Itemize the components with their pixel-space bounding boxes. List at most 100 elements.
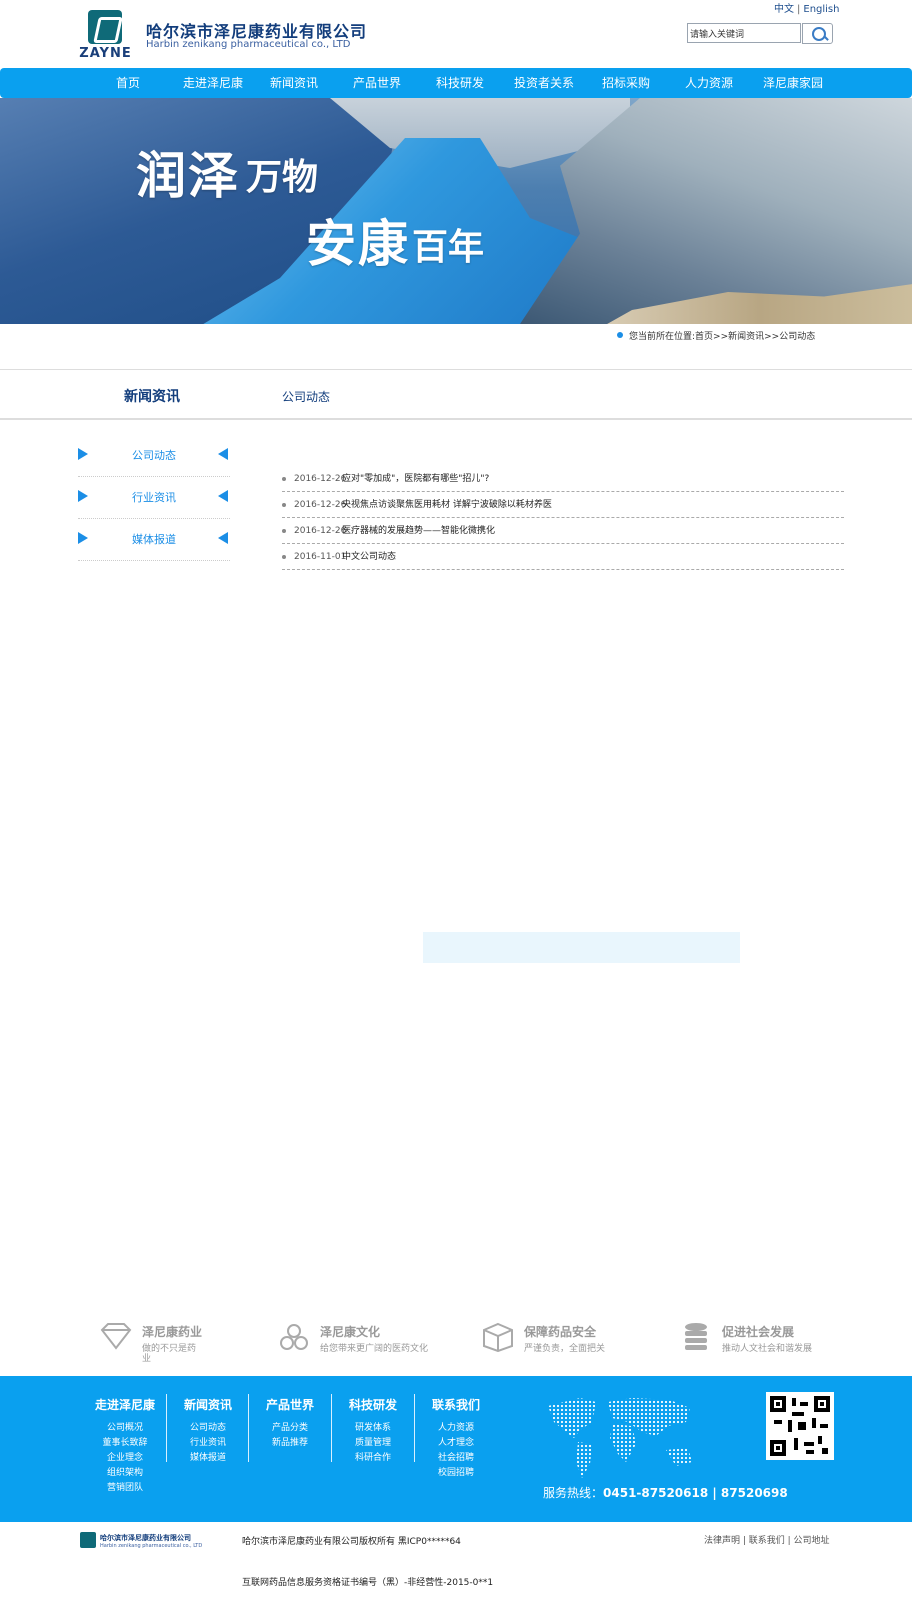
company-logo[interactable]: ZAYNE	[78, 10, 133, 61]
nav-item-home[interactable]: 首页	[116, 68, 140, 98]
qr-finder-bl	[770, 1440, 786, 1456]
bullet-icon	[282, 477, 286, 481]
footer-link[interactable]: 人力资源	[416, 1421, 496, 1436]
news-title[interactable]: 医疗器械的发展趋势——智能化微携化	[342, 518, 495, 543]
footer-col-contact: 联系我们 人力资源 人才理念 社会招聘 校园招聘	[416, 1396, 496, 1481]
footer-link[interactable]: 新品推荐	[250, 1436, 330, 1451]
news-item[interactable]: 2016-12-26 央视焦点访谈聚焦医用耗材 详解宁波破除以耗材养医	[282, 492, 844, 518]
footer-logo-cn: 哈尔滨市泽尼康药业有限公司	[100, 1534, 191, 1542]
feature-safety[interactable]: 保障药品安全 严谨负责，全面把关	[480, 1318, 670, 1368]
news-date: 2016-12-26	[294, 526, 347, 536]
feature-company[interactable]: 泽尼康药业 做的不只是药业	[98, 1318, 288, 1368]
footer-link[interactable]: 企业理念	[85, 1451, 165, 1466]
footer-col-heading[interactable]: 新闻资讯	[168, 1396, 248, 1413]
news-list: 2016-12-26 应对"零加成"，医院都有哪些"招儿"? 2016-12-2…	[282, 466, 844, 570]
feature-desc: 给您带来更广阔的医药文化	[320, 1344, 429, 1354]
company-name-en: Harbin zenikang pharmaceutical co., LTD	[146, 39, 351, 50]
bottom-links[interactable]: 法律声明 | 联系我们 | 公司地址	[704, 1533, 830, 1546]
breadcrumb[interactable]: 您当前所在位置:首页>>新闻资讯>>公司动态	[629, 329, 815, 342]
feature-title: 保障药品安全	[524, 1325, 597, 1339]
footer: 走进泽尼康 公司概况 董事长致辞 企业理念 组织架构 营销团队 新闻资讯 公司动…	[0, 1376, 912, 1522]
nav-item-news[interactable]: 新闻资讯	[270, 68, 318, 98]
footer-col-heading[interactable]: 联系我们	[416, 1396, 496, 1413]
footer-link[interactable]: 行业资讯	[168, 1436, 248, 1451]
nav-item-about[interactable]: 走进泽尼康	[183, 68, 243, 98]
bullet-icon	[282, 529, 286, 533]
nav-item-products[interactable]: 产品世界	[353, 68, 401, 98]
hero-banner: 润泽 万物 安康 百年	[0, 98, 912, 324]
qr-module	[792, 1398, 796, 1406]
news-title[interactable]: 央视焦点访谈聚焦医用耗材 详解宁波破除以耗材养医	[342, 492, 552, 517]
side-menu-item-industry-news[interactable]: 行业资讯	[78, 477, 230, 519]
section-header: 新闻资讯 公司动态	[0, 369, 912, 420]
search-input[interactable]: 请输入关键词	[687, 23, 801, 43]
qr-module	[800, 1402, 808, 1406]
nav-item-investors[interactable]: 投资者关系	[514, 68, 574, 98]
news-item[interactable]: 2016-12-26 应对"零加成"，医院都有哪些"招儿"?	[282, 466, 844, 492]
footer-logo[interactable]: 哈尔滨市泽尼康药业有限公司 Harbin zenikang pharmaceut…	[80, 1532, 202, 1552]
feature-desc: 严谨负责，全面把关	[524, 1344, 606, 1354]
footer-link[interactable]: 产品分类	[250, 1421, 330, 1436]
footer-col-products: 产品世界 产品分类 新品推荐	[250, 1396, 330, 1451]
service-hotline: 服务热线：0451-87520618 | 87520698	[543, 1484, 788, 1501]
side-menu-label: 公司动态	[132, 449, 176, 462]
side-menu-item-media-reports[interactable]: 媒体报道	[78, 519, 230, 561]
side-menu-label: 行业资讯	[132, 491, 176, 504]
footer-logo-mark-icon	[80, 1532, 96, 1548]
footer-link[interactable]: 媒体报道	[168, 1451, 248, 1466]
arrow-left-icon	[218, 532, 228, 544]
nav-item-home-community[interactable]: 泽尼康家园	[763, 68, 823, 98]
feature-desc: 推动人文社会和谐发展	[722, 1344, 813, 1354]
nav-item-hr[interactable]: 人力资源	[685, 68, 733, 98]
footer-divider	[166, 1394, 167, 1462]
arrow-left-icon	[218, 490, 228, 502]
pagination-area	[423, 932, 740, 963]
qr-module	[812, 1418, 816, 1428]
logo-mark-icon	[88, 10, 122, 44]
qr-module	[820, 1424, 828, 1428]
footer-link[interactable]: 校园招聘	[416, 1466, 496, 1481]
qr-module	[818, 1436, 822, 1444]
hotline-label: 服务热线：	[543, 1486, 604, 1500]
footer-col-heading[interactable]: 科技研发	[333, 1396, 413, 1413]
feature-culture[interactable]: 泽尼康文化 给您带来更广阔的医药文化	[276, 1318, 466, 1368]
footer-link[interactable]: 组织架构	[85, 1466, 165, 1481]
news-title[interactable]: 中文公司动态	[342, 544, 396, 569]
side-menu-label: 媒体报道	[132, 533, 176, 546]
main-nav: 首页 走进泽尼康 新闻资讯 产品世界 科技研发 投资者关系 招标采购 人力资源 …	[0, 68, 912, 98]
news-item[interactable]: 2016-12-26 医疗器械的发展趋势——智能化微携化	[282, 518, 844, 544]
footer-divider	[414, 1394, 415, 1462]
footer-link[interactable]: 研发体系	[333, 1421, 413, 1436]
footer-link[interactable]: 营销团队	[85, 1481, 165, 1496]
footer-link[interactable]: 人才理念	[416, 1436, 496, 1451]
footer-col-heading[interactable]: 产品世界	[250, 1396, 330, 1413]
qr-module	[774, 1420, 782, 1424]
side-menu-item-company-news[interactable]: 公司动态	[78, 435, 230, 477]
nav-item-procurement[interactable]: 招标采购	[602, 68, 650, 98]
lang-separator: |	[797, 4, 801, 15]
logo-text: ZAYNE	[79, 46, 132, 61]
feature-title: 泽尼康文化	[320, 1325, 381, 1339]
breadcrumb-dot-icon	[617, 332, 623, 338]
lang-cn-link[interactable]: 中文	[774, 4, 794, 15]
news-title[interactable]: 应对"零加成"，医院都有哪些"招儿"?	[342, 466, 489, 491]
bullet-icon	[282, 555, 286, 559]
footer-link[interactable]: 董事长致辞	[85, 1436, 165, 1451]
footer-logo-en: Harbin zenikang pharmaceutical co., LTD	[100, 1543, 203, 1549]
news-date: 2016-12-26	[294, 474, 347, 484]
world-map-icon	[548, 1398, 692, 1478]
footer-col-heading[interactable]: 走进泽尼康	[85, 1396, 165, 1413]
nav-item-research[interactable]: 科技研发	[436, 68, 484, 98]
feature-society[interactable]: 促进社会发展 推动人文社会和谐发展	[678, 1318, 868, 1368]
footer-link[interactable]: 质量管理	[333, 1436, 413, 1451]
footer-link[interactable]: 社会招聘	[416, 1451, 496, 1466]
search-button[interactable]	[802, 23, 833, 44]
footer-link[interactable]: 公司动态	[168, 1421, 248, 1436]
arrow-left-icon	[218, 448, 228, 460]
footer-link[interactable]: 公司概况	[85, 1421, 165, 1436]
news-item[interactable]: 2016-11-01 中文公司动态	[282, 544, 844, 570]
lang-en-link[interactable]: English	[803, 4, 839, 15]
search-box: 请输入关键词	[687, 23, 833, 44]
bullet-icon	[282, 503, 286, 507]
footer-link[interactable]: 科研合作	[333, 1451, 413, 1466]
